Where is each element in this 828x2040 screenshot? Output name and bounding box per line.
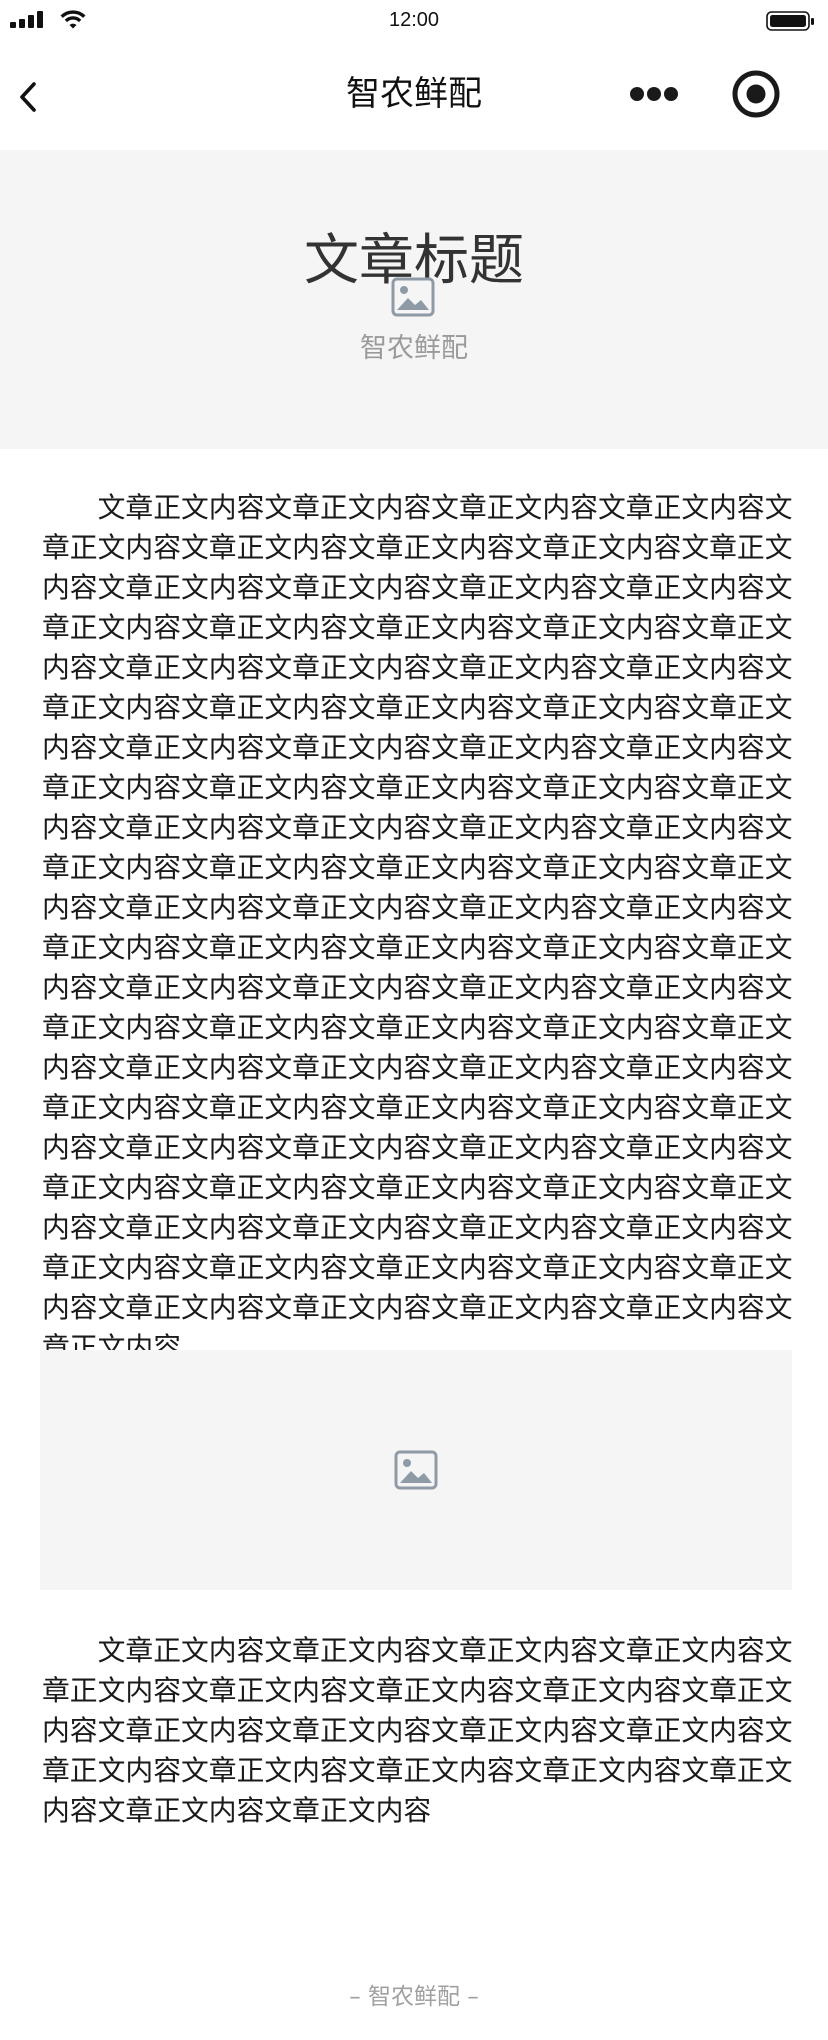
status-bar: 12:00 (0, 0, 828, 40)
image-placeholder-icon (391, 277, 435, 317)
status-time: 12:00 (388, 9, 440, 31)
battery-icon (766, 11, 814, 31)
target-icon (732, 70, 780, 118)
chevron-left-icon (20, 82, 36, 112)
more-button[interactable] (622, 80, 686, 108)
close-button[interactable] (728, 66, 784, 122)
article-paragraph: 文章正文内容文章正文内容文章正文内容文章正文内容文章正文内容文章正文内容文章正文… (42, 491, 793, 1364)
back-button[interactable] (10, 74, 50, 120)
article-image (40, 1350, 792, 1590)
article-paragraph: 文章正文内容文章正文内容文章正文内容文章正文内容文章正文内容文章正文内容文章正文… (42, 1634, 793, 1827)
more-dots-icon (630, 87, 678, 101)
footer-brand: – 智农鲜配 – (349, 1984, 479, 2010)
nav-title: 智农鲜配 (346, 74, 482, 114)
image-placeholder-icon (394, 1450, 438, 1490)
banner-caption: 智农鲜配 (360, 333, 468, 364)
